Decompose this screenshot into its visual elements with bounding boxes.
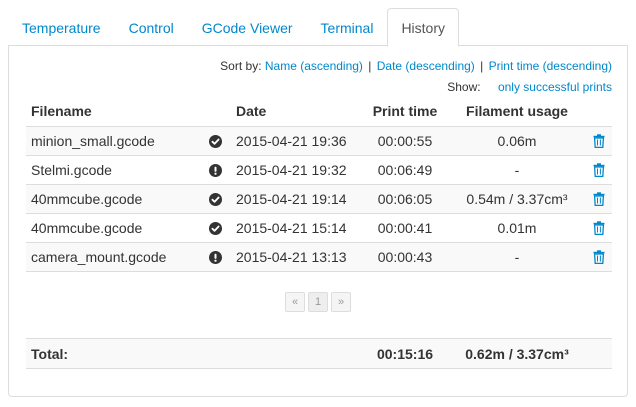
sort-bar: Sort by: Name (ascending) | Date (descen… (220, 59, 612, 73)
table-row: 40mmcube.gcode 2015-04-21 15:14 00:00:41 0.… (26, 214, 612, 243)
tab-history[interactable]: History (387, 8, 459, 47)
sort-label: Sort by: (220, 59, 262, 73)
trash-icon[interactable] (593, 134, 605, 148)
tab-gcode-viewer[interactable]: GCode Viewer (188, 8, 307, 46)
header-print-time: Print time (372, 103, 438, 119)
row-actions (586, 134, 612, 148)
table-body: minion_small.gcode 2015-04-21 19:36 00:00:… (26, 127, 612, 272)
sort-separator: | (368, 59, 372, 73)
table-row: 40mmcube.gcode 2015-04-21 19:14 00:06:05 0.… (26, 185, 612, 214)
row-filename: 40mmcube.gcode (31, 191, 143, 207)
tab-bar: Temperature Control GCode Viewer Termina… (8, 8, 628, 47)
row-filename: Stelmi.gcode (31, 162, 112, 178)
table-row: camera_mount.gcode 2015-04-21 13:13 00:00:… (26, 243, 612, 272)
table-header: Filename Date Print time Filament usage (26, 96, 612, 127)
exclamation-circle-icon (202, 250, 228, 264)
row-filename: minion_small.gcode (31, 133, 155, 149)
row-filament-usage: - (514, 162, 520, 178)
row-date: 2015-04-21 19:14 (236, 191, 347, 207)
total-label: Total: (31, 345, 69, 362)
row-print-time: 00:06:49 (377, 162, 433, 178)
pagination-next-button[interactable]: » (331, 292, 351, 312)
row-date: 2015-04-21 19:32 (236, 162, 347, 178)
row-date: 2015-04-21 15:14 (236, 220, 347, 236)
row-print-time: 00:00:43 (377, 249, 433, 265)
history-table: Filename Date Print time Filament usage … (26, 96, 612, 272)
row-actions (586, 163, 612, 177)
row-filament-usage: 0.54m / 3.37cm³ (466, 191, 568, 207)
pagination: « 1 » (285, 292, 354, 312)
table-row: minion_small.gcode 2015-04-21 19:36 00:00:… (26, 127, 612, 156)
sort-print-time-descending-link[interactable]: Print time (descending) (489, 59, 612, 73)
show-filter-bar: Show: only successful prints (447, 80, 612, 94)
trash-icon[interactable] (593, 192, 605, 206)
show-label: Show: (447, 80, 481, 94)
show-successful-prints-link[interactable]: only successful prints (498, 80, 612, 94)
sort-separator: | (480, 59, 484, 73)
total-print-time: 00:15:16 (376, 345, 434, 362)
row-actions (586, 221, 612, 235)
row-filament-usage: - (514, 249, 520, 265)
row-date: 2015-04-21 13:13 (236, 249, 347, 265)
row-filament-usage: 0.06m (497, 133, 537, 149)
tab-control[interactable]: Control (115, 8, 188, 46)
header-date: Date (236, 103, 267, 119)
sort-name-ascending-link[interactable]: Name (ascending) (265, 59, 363, 73)
row-print-time: 00:00:41 (377, 220, 433, 236)
row-date: 2015-04-21 19:36 (236, 133, 347, 149)
trash-icon[interactable] (593, 163, 605, 177)
trash-icon[interactable] (593, 221, 605, 235)
header-filename: Filename (31, 103, 92, 119)
check-circle-icon (202, 221, 228, 235)
tab-temperature[interactable]: Temperature (8, 8, 115, 46)
total-filament: 0.62m / 3.37cm³ (465, 345, 569, 362)
table-row: Stelmi.gcode 2015-04-21 19:32 00:06:49 - (26, 156, 612, 185)
row-actions (586, 192, 612, 206)
total-row: Total: 00:15:16 0.62m / 3.37cm³ (26, 338, 612, 369)
sort-date-descending-link[interactable]: Date (descending) (377, 59, 475, 73)
header-filament-usage: Filament usage (466, 103, 568, 119)
row-filament-usage: 0.01m (497, 220, 537, 236)
check-circle-icon (202, 134, 228, 148)
tab-terminal[interactable]: Terminal (307, 8, 388, 46)
history-panel: Sort by: Name (ascending) | Date (descen… (8, 45, 628, 397)
trash-icon[interactable] (593, 250, 605, 264)
row-actions (586, 250, 612, 264)
row-filename: camera_mount.gcode (31, 249, 167, 265)
row-print-time: 00:00:55 (377, 133, 433, 149)
exclamation-circle-icon (202, 163, 228, 177)
row-print-time: 00:06:05 (377, 191, 433, 207)
check-circle-icon (202, 192, 228, 206)
pagination-page-button[interactable]: 1 (308, 292, 328, 312)
row-filename: 40mmcube.gcode (31, 220, 143, 236)
pagination-prev-button[interactable]: « (285, 292, 305, 312)
